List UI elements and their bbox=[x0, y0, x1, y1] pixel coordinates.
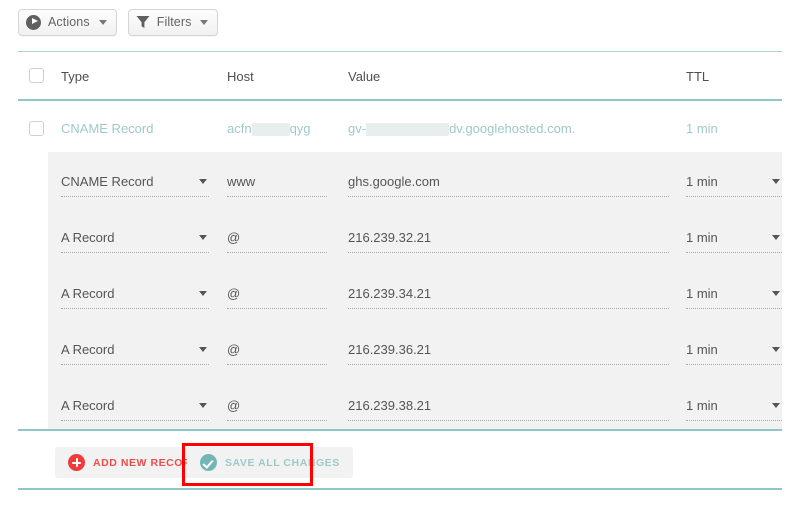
ttl-select-value: 1 min bbox=[686, 174, 718, 189]
value-input-value: 216.239.38.21 bbox=[348, 398, 432, 413]
table-row-editable[interactable]: A Record @ 216.239.32.21 1 min bbox=[48, 208, 782, 264]
check-circle-icon bbox=[200, 454, 217, 471]
type-select[interactable]: A Record bbox=[61, 229, 209, 253]
row-checkbox[interactable] bbox=[29, 121, 44, 136]
select-all-checkbox[interactable] bbox=[29, 68, 44, 83]
cell-host: acfn qyg bbox=[227, 121, 311, 137]
ttl-select-value: 1 min bbox=[686, 342, 718, 357]
type-select[interactable]: CNAME Record bbox=[61, 173, 209, 197]
host-input-value: @ bbox=[227, 230, 241, 245]
cell-host-prefix: acfn bbox=[227, 121, 252, 136]
divider-footer-bottom bbox=[18, 488, 782, 490]
table-row-editable[interactable]: CNAME Record www ghs.google.com 1 min bbox=[48, 152, 782, 208]
chevron-down-icon bbox=[199, 179, 207, 184]
chevron-down-icon bbox=[199, 347, 207, 352]
column-header-type: Type bbox=[61, 69, 90, 84]
host-input-value: @ bbox=[227, 286, 241, 301]
chevron-down-icon bbox=[98, 19, 107, 25]
ttl-select[interactable]: 1 min bbox=[686, 397, 782, 421]
column-header-value: Value bbox=[348, 69, 381, 84]
cell-value-suffix: dv.googlehosted.com. bbox=[449, 121, 576, 136]
type-select-value: A Record bbox=[61, 342, 115, 357]
cell-type: CNAME Record bbox=[61, 121, 154, 136]
value-input[interactable]: 216.239.34.21 bbox=[348, 285, 669, 309]
plus-circle-icon bbox=[68, 454, 85, 471]
value-input[interactable]: 216.239.38.21 bbox=[348, 397, 669, 421]
table-header: Type Host Value TTL bbox=[0, 52, 800, 100]
host-input-value: @ bbox=[227, 342, 241, 357]
host-input[interactable]: @ bbox=[227, 341, 327, 365]
divider-table-bottom bbox=[18, 429, 782, 431]
type-select-value: A Record bbox=[61, 398, 115, 413]
chevron-down-icon bbox=[772, 403, 780, 408]
type-select-value: A Record bbox=[61, 230, 115, 245]
ttl-select-value: 1 min bbox=[686, 398, 718, 413]
table-footer-actions: ADD NEW RECORD SAVE ALL CHANGES bbox=[0, 443, 800, 486]
host-input[interactable]: @ bbox=[227, 397, 327, 421]
value-input-value: 216.239.36.21 bbox=[348, 342, 432, 357]
value-input[interactable]: 216.239.36.21 bbox=[348, 341, 669, 365]
table-row-static: CNAME Record acfn qyg gv-dv.googlehosted.… bbox=[0, 105, 800, 152]
table-row-editable[interactable]: A Record @ 216.239.36.21 1 min bbox=[48, 320, 782, 376]
toolbar: Actions Filters bbox=[0, 0, 800, 44]
value-input[interactable]: 216.239.32.21 bbox=[348, 229, 669, 253]
chevron-down-icon bbox=[199, 235, 207, 240]
host-input[interactable]: @ bbox=[227, 229, 327, 253]
column-header-host: Host bbox=[227, 69, 254, 84]
type-select-value: CNAME Record bbox=[61, 174, 154, 189]
save-all-changes-label: SAVE ALL CHANGES bbox=[225, 456, 340, 469]
host-input-value: @ bbox=[227, 398, 241, 413]
ttl-select[interactable]: 1 min bbox=[686, 229, 782, 253]
value-input[interactable]: ghs.google.com bbox=[348, 173, 669, 197]
ttl-select[interactable]: 1 min bbox=[686, 341, 782, 365]
chevron-down-icon bbox=[772, 235, 780, 240]
table-row-editable[interactable]: A Record @ 216.239.38.21 1 min bbox=[48, 376, 782, 429]
value-input-value: ghs.google.com bbox=[348, 174, 440, 189]
chevron-down-icon bbox=[200, 19, 209, 25]
actions-button-label: Actions bbox=[48, 15, 90, 29]
host-input-value: www bbox=[227, 174, 256, 189]
ttl-select-value: 1 min bbox=[686, 286, 718, 301]
ttl-select[interactable]: 1 min bbox=[686, 173, 782, 197]
chevron-down-icon bbox=[199, 291, 207, 296]
chevron-down-icon bbox=[772, 347, 780, 352]
cell-ttl: 1 min bbox=[686, 121, 718, 136]
type-select-value: A Record bbox=[61, 286, 115, 301]
filters-button-label: Filters bbox=[156, 15, 192, 29]
filters-button[interactable]: Filters bbox=[127, 8, 219, 36]
chevron-down-icon bbox=[199, 403, 207, 408]
funnel-icon bbox=[136, 16, 150, 28]
cell-value-prefix: gv- bbox=[348, 121, 367, 136]
ttl-select-value: 1 min bbox=[686, 230, 718, 245]
type-select[interactable]: A Record bbox=[61, 397, 209, 421]
chevron-down-icon bbox=[772, 291, 780, 296]
actions-button[interactable]: Actions bbox=[18, 8, 117, 36]
value-input-value: 216.239.32.21 bbox=[348, 230, 432, 245]
add-new-record-label: ADD NEW RECORD bbox=[93, 456, 200, 469]
redaction-block bbox=[366, 123, 450, 137]
ttl-select[interactable]: 1 min bbox=[686, 285, 782, 309]
value-input-value: 216.239.34.21 bbox=[348, 286, 432, 301]
column-header-ttl: TTL bbox=[686, 69, 710, 84]
table-row-editable[interactable]: A Record @ 216.239.34.21 1 min bbox=[48, 264, 782, 320]
type-select[interactable]: A Record bbox=[61, 341, 209, 365]
host-input[interactable]: @ bbox=[227, 285, 327, 309]
play-circle-icon bbox=[26, 14, 41, 30]
cell-host-suffix: qyg bbox=[289, 121, 311, 136]
save-all-changes-button[interactable]: SAVE ALL CHANGES bbox=[187, 447, 353, 478]
redaction-block bbox=[251, 123, 290, 137]
cell-value: gv-dv.googlehosted.com. bbox=[348, 121, 576, 137]
chevron-down-icon bbox=[772, 179, 780, 184]
host-input[interactable]: www bbox=[227, 173, 327, 197]
type-select[interactable]: A Record bbox=[61, 285, 209, 309]
